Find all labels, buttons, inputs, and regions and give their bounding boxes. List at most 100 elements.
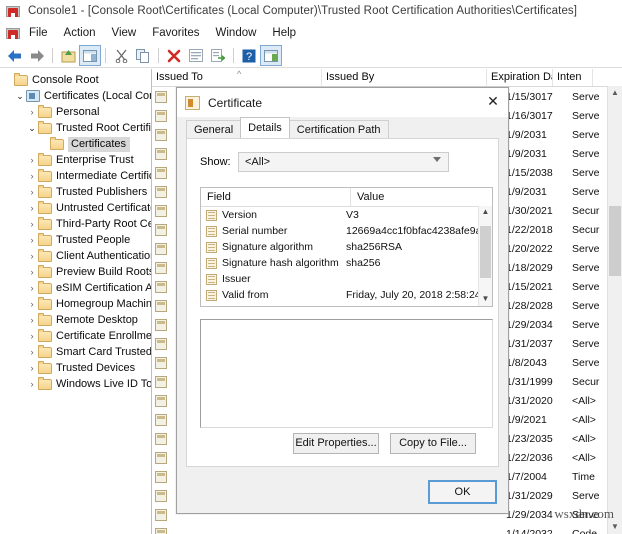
show-hide-console-tree-button[interactable] <box>79 45 101 66</box>
tree-item-preview-build-roots[interactable]: › Preview Build Roots <box>0 264 151 280</box>
field-row[interactable]: Version V3 <box>201 207 492 223</box>
folder-icon <box>38 168 52 182</box>
cell-expiration-date: 1/31/2037 <box>506 337 553 350</box>
copy-to-file-button[interactable]: Copy to File... <box>390 433 476 454</box>
certificate-icon <box>155 375 167 388</box>
value-column-header[interactable]: Value <box>351 188 492 206</box>
menu-item-help[interactable]: Help <box>264 25 304 41</box>
tree-item-trusted-people[interactable]: › Trusted People <box>0 232 151 248</box>
tree-item-esim-certification-auth[interactable]: › eSIM Certification Auth <box>0 280 151 296</box>
tree-item-windows-live-id-token[interactable]: › Windows Live ID Token <box>0 376 151 392</box>
tree-item-smart-card-trusted-roo[interactable]: › Smart Card Trusted Roo <box>0 344 151 360</box>
tree-item-certificate-enrollment-r[interactable]: › Certificate Enrollment R <box>0 328 151 344</box>
forward-button[interactable] <box>26 45 48 66</box>
chevron-down-icon[interactable]: ⌄ <box>26 123 38 133</box>
menu-item-file[interactable]: File <box>21 25 56 41</box>
tree-item-certificates[interactable]: Certificates <box>0 136 151 152</box>
tree-item-client-authentication-is[interactable]: › Client Authentication Is <box>0 248 151 264</box>
tree-item-certificates-local-compute[interactable]: ⌄ Certificates (Local Compute <box>0 88 151 104</box>
cut-button[interactable] <box>110 45 132 66</box>
chevron-right-icon[interactable]: › <box>26 107 38 117</box>
window-title: Console1 - [Console Root\Certificates (L… <box>28 5 578 17</box>
show-dropdown[interactable]: <All> <box>238 152 449 172</box>
chevron-right-icon[interactable]: › <box>26 331 38 341</box>
export-list-button[interactable] <box>207 45 229 66</box>
folder-icon <box>38 200 52 214</box>
scroll-down-icon[interactable]: ▼ <box>608 520 622 534</box>
certificate-field-table[interactable]: Field Value Version V3 Serial number 12669a… <box>200 187 493 307</box>
field-row[interactable]: Issuer <box>201 271 492 287</box>
show-dropdown-value: <All> <box>245 156 271 168</box>
scroll-up-icon[interactable]: ▲ <box>608 86 622 100</box>
field-scroll-up-icon[interactable]: ▲ <box>479 206 492 219</box>
chevron-right-icon[interactable]: › <box>26 347 38 357</box>
field-table-scrollbar[interactable]: ▲ ▼ <box>478 206 492 306</box>
field-column-header[interactable]: Field <box>201 188 351 206</box>
chevron-right-icon[interactable]: › <box>26 283 38 293</box>
column-header-intended-purposes[interactable]: Inten <box>553 69 593 86</box>
up-one-level-button[interactable] <box>57 45 79 66</box>
field-row[interactable]: Serial number 12669a4cc1f0bfac4238afe9a6.… <box>201 223 492 239</box>
copy-button[interactable] <box>132 45 154 66</box>
back-button[interactable] <box>4 45 26 66</box>
show-action-pane-button[interactable] <box>260 45 282 66</box>
table-row[interactable]: 1/14/2032 Code <box>152 524 622 534</box>
menu-item-favorites[interactable]: Favorites <box>144 25 207 41</box>
delete-button[interactable] <box>163 45 185 66</box>
tab-details[interactable]: Details <box>240 117 290 138</box>
close-icon[interactable]: ✕ <box>478 88 508 116</box>
help-button[interactable]: ? <box>238 45 260 66</box>
scrollbar-thumb[interactable] <box>609 206 621 276</box>
chevron-right-icon[interactable]: › <box>26 267 38 277</box>
tab-general[interactable]: General <box>186 120 242 138</box>
menu-item-window[interactable]: Window <box>208 25 265 41</box>
chevron-right-icon[interactable]: › <box>26 155 38 165</box>
chevron-right-icon[interactable]: › <box>26 299 38 309</box>
tree-item-intermediate-certificatio[interactable]: › Intermediate Certificatio <box>0 168 151 184</box>
menu-item-view[interactable]: View <box>104 25 145 41</box>
tree-item-trusted-publishers[interactable]: › Trusted Publishers <box>0 184 151 200</box>
console-tree-pane[interactable]: Console Root ⌄ Certificates (Local Compute… <box>0 69 152 534</box>
field-scrollbar-thumb[interactable] <box>480 226 491 278</box>
tree-item-homegroup-machine-c[interactable]: › Homegroup Machine C <box>0 296 151 312</box>
properties-button[interactable] <box>185 45 207 66</box>
ok-button[interactable]: OK <box>428 480 497 504</box>
field-row[interactable]: Signature hash algorithm sha256 <box>201 255 492 271</box>
tree-item-enterprise-trust[interactable]: › Enterprise Trust <box>0 152 151 168</box>
cell-intended-purposes: Secur <box>572 204 600 217</box>
menu-item-action[interactable]: Action <box>56 25 104 41</box>
chevron-right-icon[interactable]: › <box>26 379 38 389</box>
tree-item-personal[interactable]: › Personal <box>0 104 151 120</box>
chevron-down-icon[interactable]: ⌄ <box>14 91 26 101</box>
tree-item-console-root[interactable]: Console Root <box>0 72 151 88</box>
field-row[interactable]: Signature algorithm sha256RSA <box>201 239 492 255</box>
edit-properties-button[interactable]: Edit Properties... <box>293 433 379 454</box>
folder-icon <box>14 72 28 86</box>
tree-item-trusted-devices[interactable]: › Trusted Devices <box>0 360 151 376</box>
field-name: Issuer <box>222 273 251 285</box>
folder-icon <box>38 296 52 310</box>
tree-item-untrusted-certificates[interactable]: › Untrusted Certificates <box>0 200 151 216</box>
system-menu-icon[interactable] <box>6 26 21 41</box>
field-row[interactable]: Valid toSaturday, July 20, 2019 3:18:... <box>201 303 492 306</box>
chevron-right-icon[interactable]: › <box>26 363 38 373</box>
tree-item-trusted-root-certificatio[interactable]: ⌄ Trusted Root Certificatio <box>0 120 151 136</box>
field-value-detail-box <box>200 319 493 428</box>
chevron-right-icon[interactable]: › <box>26 219 38 229</box>
tree-item-remote-desktop[interactable]: › Remote Desktop <box>0 312 151 328</box>
column-header-expiration-date[interactable]: Expiration Date <box>487 69 553 86</box>
watermark: wsxdn.com <box>554 506 614 521</box>
chevron-right-icon[interactable]: › <box>26 203 38 213</box>
tab-certification-path[interactable]: Certification Path <box>288 120 389 138</box>
tree-item-third-party-root-certifi[interactable]: › Third-Party Root Certifi <box>0 216 151 232</box>
chevron-right-icon[interactable]: › <box>26 315 38 325</box>
column-header-issued-by[interactable]: Issued By <box>322 69 487 86</box>
chevron-right-icon[interactable]: › <box>26 187 38 197</box>
field-scroll-down-icon[interactable]: ▼ <box>479 293 492 306</box>
chevron-right-icon[interactable]: › <box>26 251 38 261</box>
cell-expiration-date: 1/31/1999 <box>506 375 553 388</box>
chevron-right-icon[interactable]: › <box>26 235 38 245</box>
field-row[interactable]: Valid from Friday, July 20, 2018 2:58:24 <box>201 287 492 303</box>
chevron-right-icon[interactable]: › <box>26 171 38 181</box>
list-vertical-scrollbar[interactable]: ▲ ▼ <box>607 86 622 534</box>
